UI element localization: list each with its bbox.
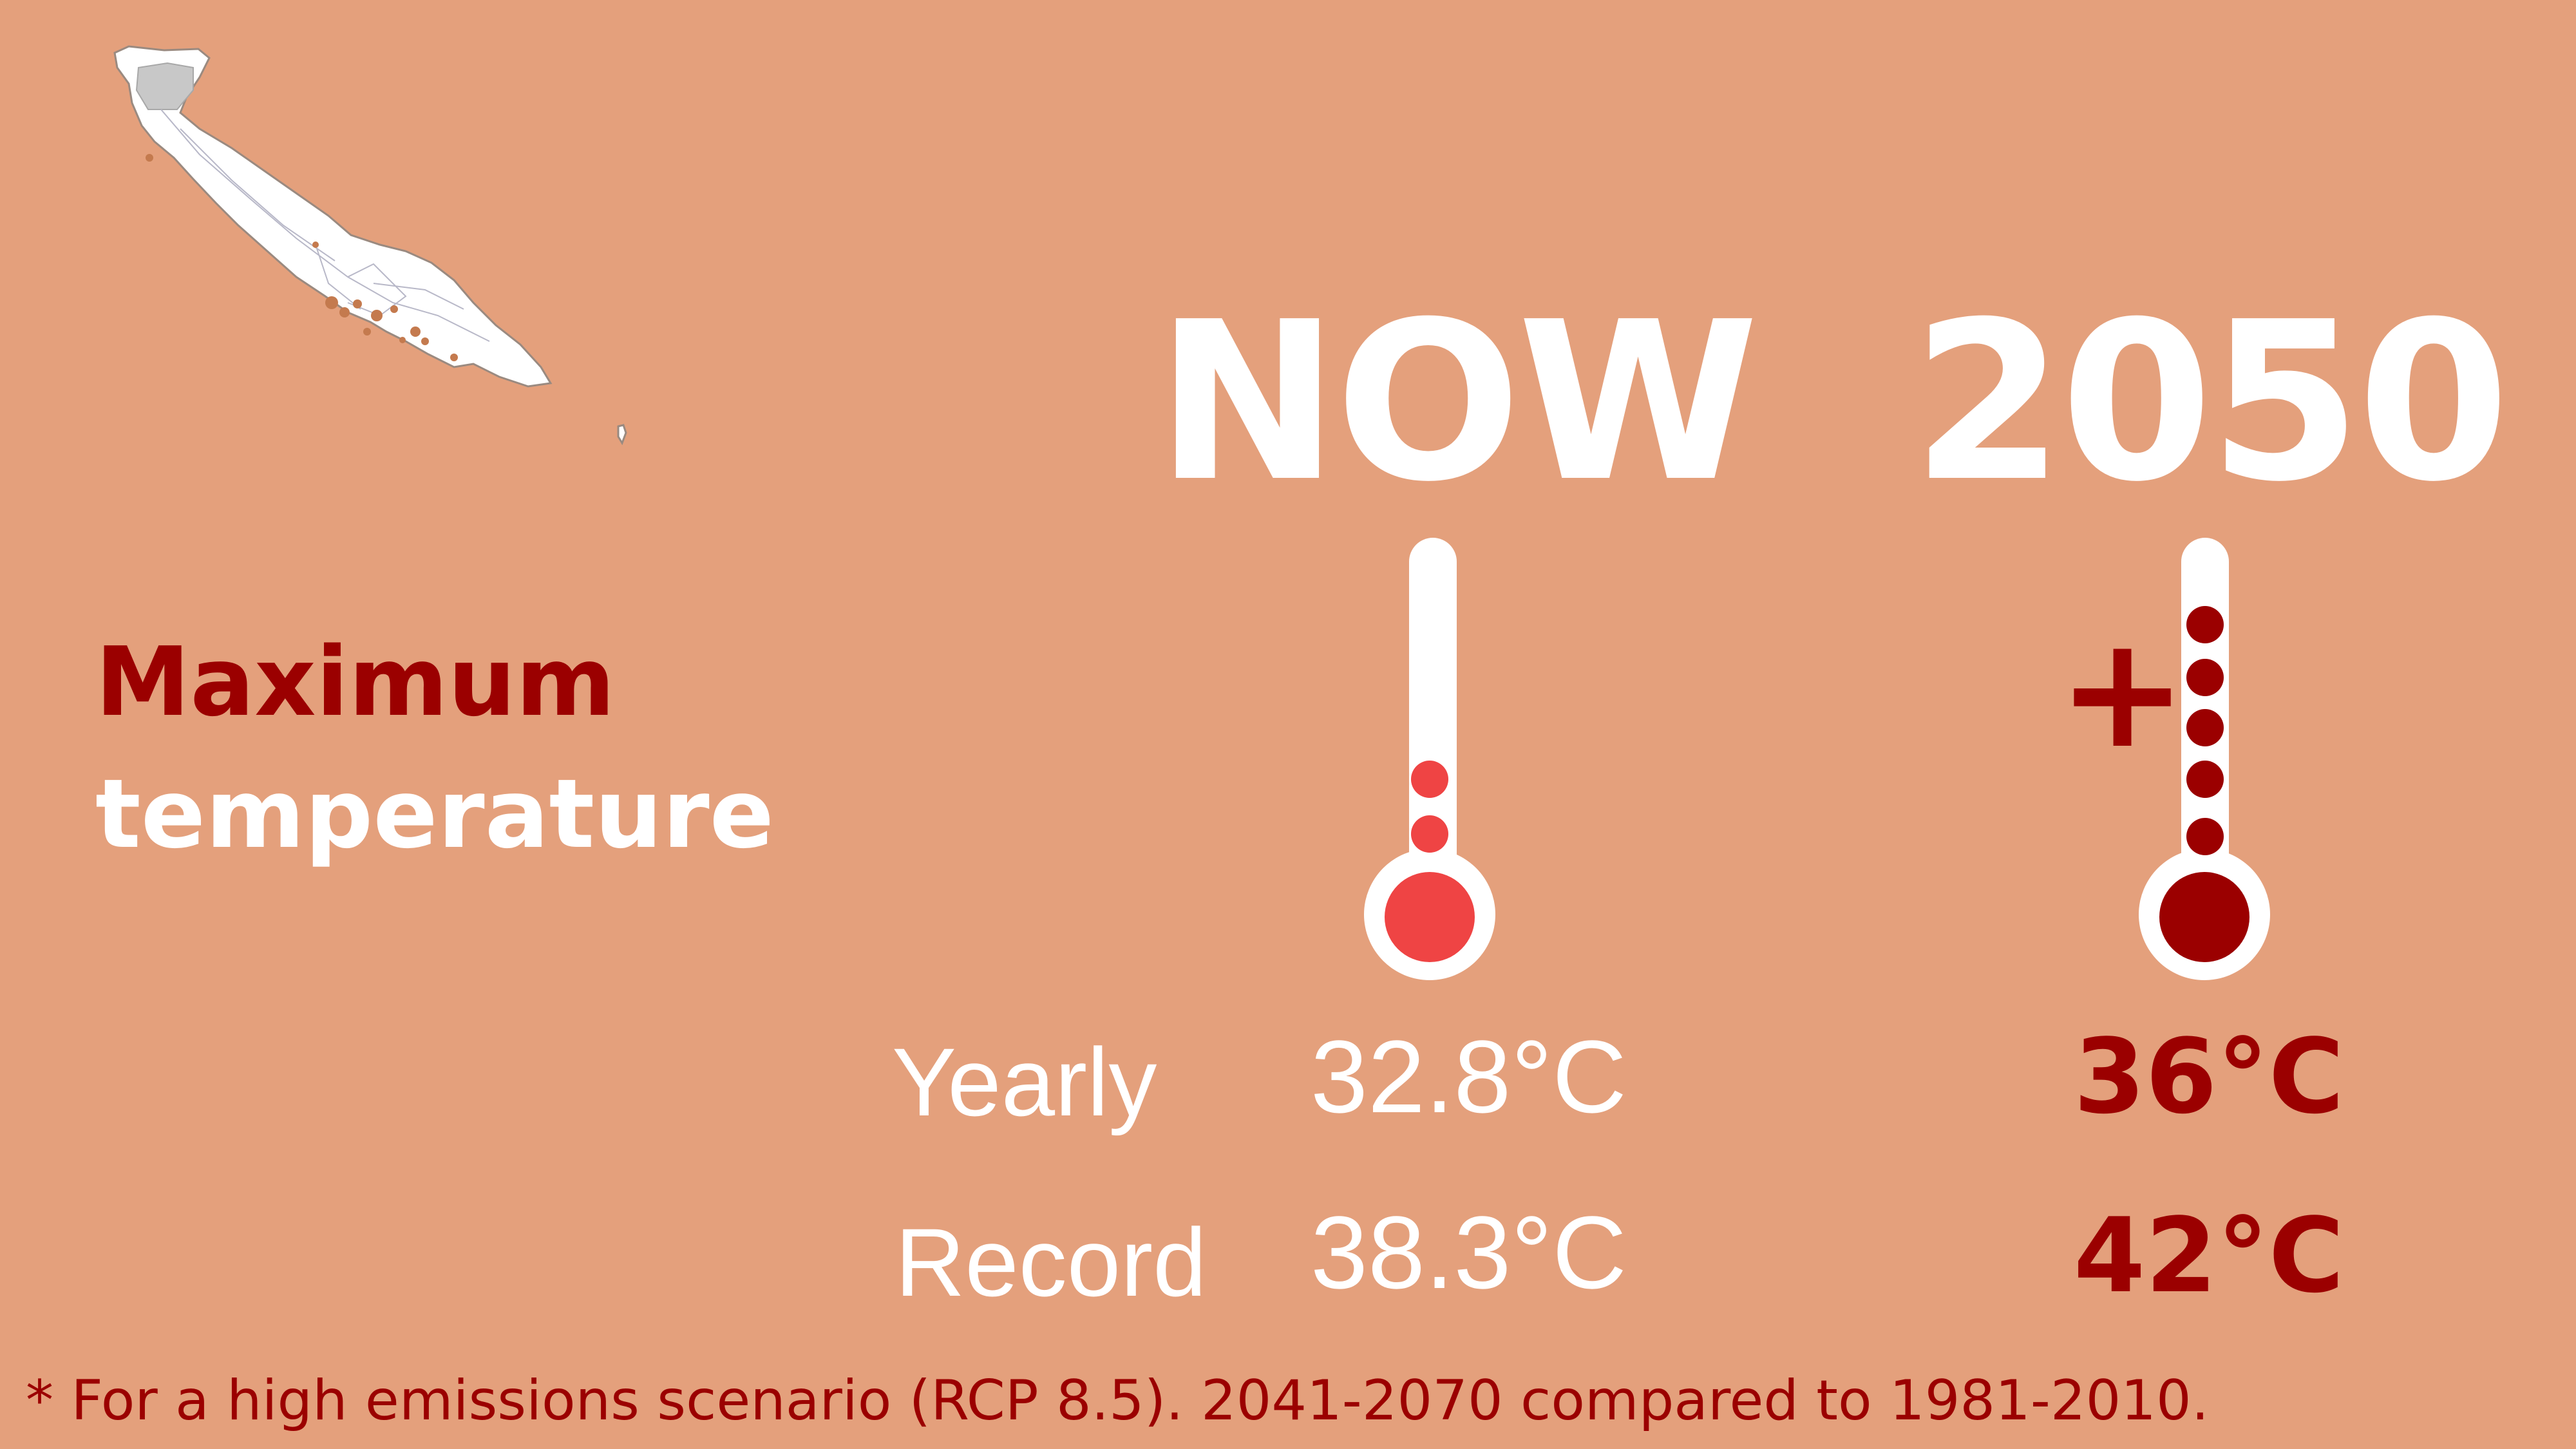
future-level-dot (2186, 659, 2224, 696)
future-level-dot (2186, 709, 2224, 746)
row-label-yearly: Yearly (892, 1028, 1157, 1136)
title-line-1: Maximum (95, 627, 616, 737)
future-level-dot (2186, 606, 2224, 643)
now-record-value: 38.3°C (1311, 1195, 1627, 1310)
island-map (113, 45, 627, 446)
now-heading: NOW (1155, 275, 1759, 530)
row-label-record: Record (895, 1208, 1207, 1316)
now-bulb (1385, 872, 1475, 962)
future-yearly-value: 36°C (2073, 1016, 2345, 1137)
now-thermometer-icon (1364, 538, 1495, 980)
footnote: * For a high emissions scenario (RCP 8.5… (26, 1368, 2210, 1433)
future-record-value: 42°C (2073, 1195, 2345, 1316)
future-heading: 2050 (1911, 275, 2510, 530)
now-yearly-value: 32.8°C (1311, 1019, 1627, 1134)
future-level-dot (2186, 818, 2224, 855)
small-islet (617, 424, 627, 446)
future-level-dot (2186, 761, 2224, 798)
now-level-dot (1411, 815, 1448, 853)
future-thermometer-icon (2139, 538, 2270, 980)
future-bulb (2159, 872, 2249, 962)
title-line-2: temperature (95, 759, 774, 869)
now-level-dot (1411, 761, 1448, 798)
